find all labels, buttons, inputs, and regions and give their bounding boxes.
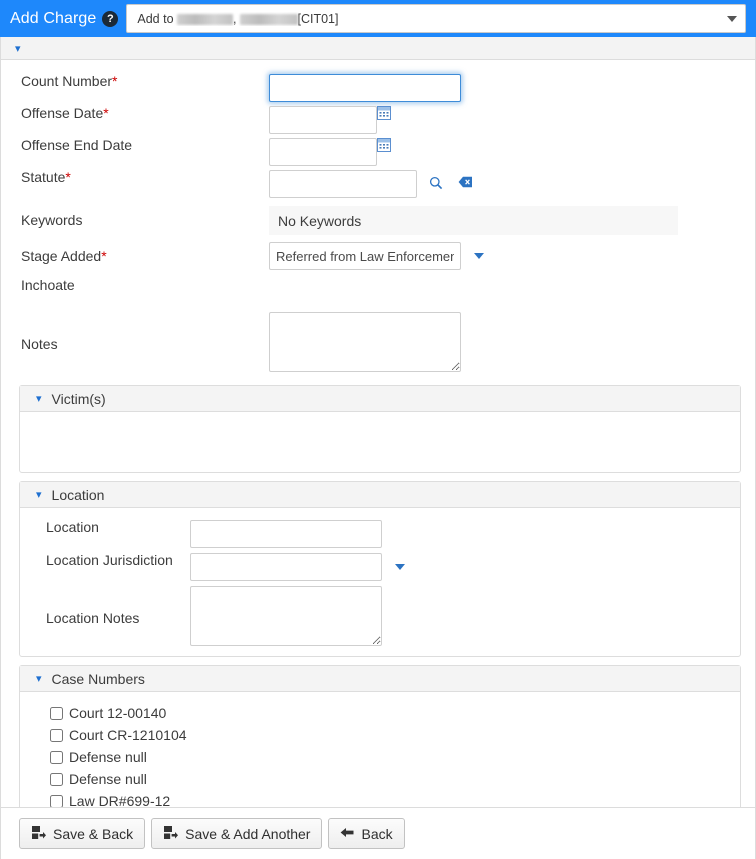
case-number-checkbox[interactable] [50,751,63,764]
field-row-offense-end-date: Offense End Date [1,138,755,168]
chevron-down-icon[interactable]: ▾ [36,489,42,500]
chevron-down-icon[interactable]: ▾ [15,43,21,54]
location-notes-textarea[interactable] [190,586,382,646]
case-select-value: Add to , [CIT01] [137,12,727,26]
save-and-back-button[interactable]: Save & Back [19,818,145,849]
case-select-suffix: [CIT01] [298,12,339,26]
case-select[interactable]: Add to , [CIT01] [126,4,746,33]
offense-end-date-input[interactable] [269,138,377,166]
count-number-label: Count Number* [1,74,269,88]
required-marker: * [112,73,117,89]
panel-victims-body [20,412,740,472]
case-number-checkbox[interactable] [50,795,63,808]
panel-case-numbers: ▾ Case Numbers Court 12-00140 Court CR-1… [19,665,741,817]
back-label: Back [361,826,392,842]
notes-label: Notes [1,312,269,351]
save-and-add-another-label: Save & Add Another [185,826,310,842]
redacted-last-name [177,14,233,25]
location-jurisdiction-label: Location Jurisdiction [30,553,190,567]
field-row-inchoate: Inchoate [1,278,755,308]
chevron-down-icon [727,16,737,22]
notes-textarea[interactable] [269,312,461,372]
panel-victims-header[interactable]: ▾ Victim(s) [20,386,740,412]
calendar-icon[interactable] [377,138,391,152]
save-arrow-icon [163,825,178,843]
chevron-down-icon[interactable]: ▾ [36,393,42,404]
dropdown-arrow-icon[interactable] [474,253,484,259]
dropdown-arrow-icon[interactable] [395,564,405,570]
panel-location-header[interactable]: ▾ Location [20,482,740,508]
panel-victims-title: Victim(s) [52,391,106,407]
case-number-checkbox[interactable] [50,729,63,742]
field-row-stage-added: Stage Added* [1,242,755,272]
field-row-statute: Statute* [1,170,755,200]
field-row-location: Location [30,520,730,550]
calendar-icon[interactable] [377,106,391,120]
field-row-offense-date: Offense Date* [1,106,755,136]
case-number-checkbox[interactable] [50,773,63,786]
panel-case-numbers-title: Case Numbers [52,671,145,687]
case-number-label: Defense null [69,749,147,765]
save-arrow-icon [31,825,46,843]
field-row-location-jurisdiction: Location Jurisdiction [30,553,730,583]
field-row-count-number: Count Number* [1,74,755,104]
keywords-label: Keywords [1,206,269,227]
form-body: Count Number* Offense Date* Offense End … [0,60,756,817]
offense-date-label: Offense Date* [1,106,269,120]
chevron-down-icon[interactable]: ▾ [36,673,42,684]
case-number-checkbox[interactable] [50,707,63,720]
redacted-first-name [240,14,298,25]
list-item[interactable]: Defense null [30,768,730,790]
list-item[interactable]: Defense null [30,746,730,768]
panel-case-numbers-header[interactable]: ▾ Case Numbers [20,666,740,692]
page-title: Add Charge [10,10,96,28]
search-icon[interactable] [429,176,443,190]
case-number-label: Court CR-1210104 [69,727,187,743]
stage-added-label: Stage Added* [1,242,269,263]
required-marker: * [65,169,70,185]
titlebar: Add Charge ? Add to , [CIT01] [0,0,756,37]
statute-input[interactable] [269,170,417,198]
location-notes-label: Location Notes [30,586,190,625]
panel-location-body: Location Location Jurisdiction Location … [20,508,740,656]
save-and-add-another-button[interactable]: Save & Add Another [151,818,322,849]
statute-label: Statute* [1,170,269,184]
field-row-keywords: Keywords No Keywords [1,206,755,236]
case-select-prefix: Add to [137,12,177,26]
required-marker: * [103,105,108,121]
arrow-left-icon [340,826,354,842]
save-and-back-label: Save & Back [53,826,133,842]
inchoate-label: Inchoate [1,278,269,292]
footer-action-bar: Save & Back Save & Add Another Back [0,807,756,859]
case-numbers-list: Court 12-00140 Court CR-1210104 Defense … [20,692,740,817]
question-circle-icon[interactable]: ? [102,11,118,27]
offense-end-date-label: Offense End Date [1,138,269,152]
panel-victims: ▾ Victim(s) [19,385,741,473]
panel-location: ▾ Location Location Location Jurisdictio… [19,481,741,657]
redact-comma: , [233,12,236,26]
panel-location-title: Location [52,487,105,503]
section-collapse-strip[interactable]: ▾ [0,37,756,60]
field-row-notes: Notes [1,312,755,372]
back-button[interactable]: Back [328,818,404,849]
location-jurisdiction-input[interactable] [190,553,382,581]
case-number-label: Defense null [69,771,147,787]
case-number-label: Court 12-00140 [69,705,166,721]
offense-date-input[interactable] [269,106,377,134]
location-label: Location [30,520,190,534]
stage-added-input[interactable] [269,242,461,270]
list-item[interactable]: Court 12-00140 [30,702,730,724]
field-row-location-notes: Location Notes [30,586,730,646]
required-marker: * [101,248,106,264]
clear-backspace-icon[interactable] [458,176,473,188]
list-item[interactable]: Court CR-1210104 [30,724,730,746]
count-number-input[interactable] [269,74,461,102]
location-input[interactable] [190,520,382,548]
keywords-value: No Keywords [269,206,678,235]
